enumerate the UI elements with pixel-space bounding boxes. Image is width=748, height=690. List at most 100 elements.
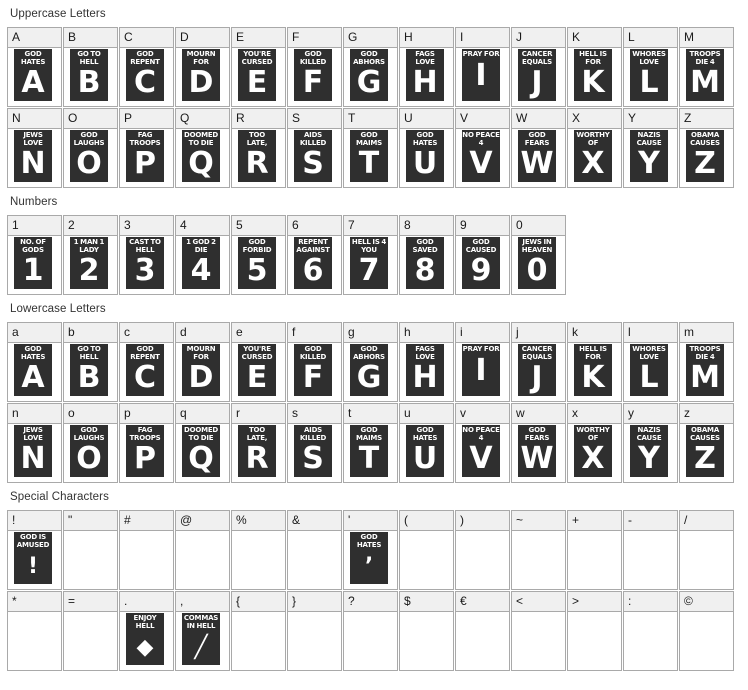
poster-glyph-image: GOD FORBID 5 <box>238 237 276 289</box>
glyph-cell[interactable]: U GOD HATES U <box>399 108 454 188</box>
glyph-cell-key: a <box>8 323 61 343</box>
poster-glyph-image: GOD ABHORS G <box>350 344 388 396</box>
glyph-cell[interactable]: @ <box>175 510 230 590</box>
glyph-cell[interactable]: ~ <box>511 510 566 590</box>
glyph-cell[interactable]: L WHORES LOVE L <box>623 27 678 107</box>
glyph-cell[interactable]: 5 GOD FORBID 5 <box>231 215 286 295</box>
glyph-cell[interactable]: t GOD MAIMS T <box>343 403 398 483</box>
glyph-cell[interactable]: A GOD HATES A <box>7 27 62 107</box>
glyph-cell[interactable]: l WHORES LOVE L <box>623 322 678 402</box>
glyph-cell[interactable]: W GOD FEARS W <box>511 108 566 188</box>
glyph-cell[interactable]: F GOD KILLED F <box>287 27 342 107</box>
glyph-cell[interactable]: & <box>287 510 342 590</box>
glyph-cell[interactable]: } <box>287 591 342 671</box>
glyph-cell[interactable]: e YOU'RE CURSED E <box>231 322 286 402</box>
glyph-cell[interactable]: : <box>623 591 678 671</box>
glyph-cell[interactable]: u GOD HATES U <box>399 403 454 483</box>
glyph-cell[interactable]: ' GOD HATES ’ <box>343 510 398 590</box>
glyph-cell[interactable]: K HELL IS FOR K <box>567 27 622 107</box>
glyph-cell[interactable]: n JEWS LOVE N <box>7 403 62 483</box>
glyph-cell[interactable]: s AIDS KILLED S <box>287 403 342 483</box>
glyph-cell[interactable]: > <box>567 591 622 671</box>
glyph-cell[interactable]: w GOD FEARS W <box>511 403 566 483</box>
glyph-cell[interactable]: J CANCER EQUALS J <box>511 27 566 107</box>
glyph-cell[interactable]: / <box>679 510 734 590</box>
glyph-cell[interactable]: k HELL IS FOR K <box>567 322 622 402</box>
glyph-cell[interactable]: j CANCER EQUALS J <box>511 322 566 402</box>
glyph-cell[interactable]: O GOD LAUGHS O <box>63 108 118 188</box>
glyph-cell[interactable]: M TROOPS DIE 4M <box>679 27 734 107</box>
glyph-cell-key: h <box>400 323 453 343</box>
glyph-cell[interactable]: + <box>567 510 622 590</box>
glyph-cell[interactable]: 21 MAN 1 LADY 2 <box>63 215 118 295</box>
glyph-cell[interactable]: b GO TO HELL B <box>63 322 118 402</box>
glyph-cell[interactable]: q DOOMED TO DIE Q <box>175 403 230 483</box>
glyph-cell[interactable]: I PRAY FOR I <box>455 27 510 107</box>
glyph-cell[interactable]: S AIDS KILLED S <box>287 108 342 188</box>
glyph-cell[interactable]: ! GOD IS AMUSED! <box>7 510 62 590</box>
glyph-cell[interactable]: P FAG TROOPS P <box>119 108 174 188</box>
glyph-cell[interactable]: T GOD MAIMS T <box>343 108 398 188</box>
glyph-cell[interactable]: % <box>231 510 286 590</box>
glyph-cell[interactable]: y NAZIS CAUSE Y <box>623 403 678 483</box>
glyph-cell[interactable]: 8 GOD SAVED 8 <box>399 215 454 295</box>
glyph-cell[interactable]: ) <box>455 510 510 590</box>
glyph-cell[interactable]: , COMMAS IN HELL ╱ <box>175 591 230 671</box>
glyph-cell-key: C <box>120 28 173 48</box>
glyph-cell[interactable]: h FAGS LOVE H <box>399 322 454 402</box>
glyph-cell[interactable]: m TROOPS DIE 4M <box>679 322 734 402</box>
glyph-cell[interactable]: Z OBAMA CAUSES Z <box>679 108 734 188</box>
glyph-cell[interactable]: f GOD KILLED F <box>287 322 342 402</box>
glyph-cell[interactable]: . ENJOY HELL ◆ <box>119 591 174 671</box>
glyph-cell[interactable]: c GOD REPENT C <box>119 322 174 402</box>
glyph-cell[interactable]: * <box>7 591 62 671</box>
glyph-cell[interactable]: r TOO LATE, R <box>231 403 286 483</box>
glyph-cell[interactable]: G GOD ABHORS G <box>343 27 398 107</box>
glyph-cell[interactable]: Q DOOMED TO DIE Q <box>175 108 230 188</box>
glyph-cell[interactable]: - <box>623 510 678 590</box>
glyph-cell[interactable]: Y NAZIS CAUSE Y <box>623 108 678 188</box>
poster-letter: E <box>246 360 268 395</box>
glyph-cell[interactable]: V NO PEACE 4V <box>455 108 510 188</box>
glyph-cell[interactable]: R TOO LATE, R <box>231 108 286 188</box>
glyph-cell[interactable]: N JEWS LOVE N <box>7 108 62 188</box>
glyph-cell[interactable]: o GOD LAUGHS O <box>63 403 118 483</box>
glyph-cell[interactable]: 0 JEWS IN HEAVEN 0 <box>511 215 566 295</box>
glyph-cell[interactable]: ? <box>343 591 398 671</box>
glyph-cell[interactable]: B GO TO HELL B <box>63 27 118 107</box>
glyph-cell[interactable]: d MOURN FOR D <box>175 322 230 402</box>
glyph-cell[interactable]: € <box>455 591 510 671</box>
glyph-cell[interactable]: D MOURN FOR D <box>175 27 230 107</box>
poster-glyph-image: GOD FEARS W <box>518 425 556 477</box>
glyph-cell-key: K <box>568 28 621 48</box>
glyph-cell[interactable]: 41 GOD 2 DIE 4 <box>175 215 230 295</box>
poster-letter: N <box>20 441 46 476</box>
glyph-cell[interactable]: © <box>679 591 734 671</box>
glyph-cell[interactable]: v NO PEACE 4V <box>455 403 510 483</box>
glyph-cell[interactable]: i PRAY FOR I <box>455 322 510 402</box>
glyph-cell[interactable]: z OBAMA CAUSES Z <box>679 403 734 483</box>
glyph-cell[interactable]: x WORTHY OF X <box>567 403 622 483</box>
glyph-cell[interactable]: X WORTHY OF X <box>567 108 622 188</box>
glyph-cell[interactable]: 3 CAST TO HELL 3 <box>119 215 174 295</box>
glyph-cell[interactable]: ( <box>399 510 454 590</box>
glyph-cell[interactable]: 9 GOD CAUSED 9 <box>455 215 510 295</box>
glyph-cell[interactable]: 6 REPENT AGAINST 6 <box>287 215 342 295</box>
glyph-cell[interactable]: a GOD HATES A <box>7 322 62 402</box>
poster-caption: GOD LAUGHS <box>73 131 105 147</box>
glyph-cell[interactable]: " <box>63 510 118 590</box>
glyph-cell[interactable]: H FAGS LOVE H <box>399 27 454 107</box>
glyph-cell-key: o <box>64 404 117 424</box>
glyph-cell[interactable]: = <box>63 591 118 671</box>
glyph-cell[interactable]: $ <box>399 591 454 671</box>
glyph-cell[interactable]: # <box>119 510 174 590</box>
poster-letter: D <box>188 65 214 100</box>
glyph-cell[interactable]: { <box>231 591 286 671</box>
glyph-cell[interactable]: 1 NO. OF GODS 1 <box>7 215 62 295</box>
glyph-cell[interactable]: < <box>511 591 566 671</box>
glyph-cell[interactable]: g GOD ABHORS G <box>343 322 398 402</box>
glyph-cell[interactable]: p FAG TROOPS P <box>119 403 174 483</box>
glyph-cell[interactable]: 7 HELL IS 4 YOU 7 <box>343 215 398 295</box>
glyph-cell[interactable]: C GOD REPENT C <box>119 27 174 107</box>
glyph-cell[interactable]: E YOU'RE CURSED E <box>231 27 286 107</box>
